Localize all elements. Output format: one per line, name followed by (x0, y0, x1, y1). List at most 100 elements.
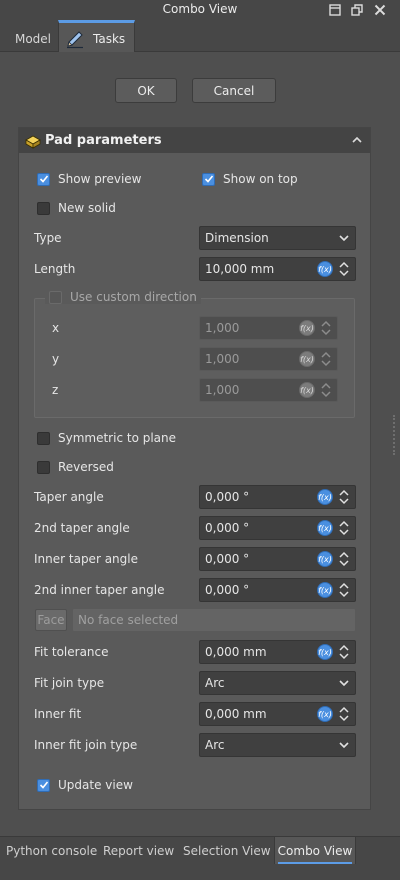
face-selection-field[interactable]: No face selected (72, 608, 356, 632)
inner-fit-join-type-label: Inner fit join type (34, 738, 138, 752)
direction-x-value: 1,000 (205, 321, 240, 335)
expression-icon[interactable]: f(x) (317, 551, 333, 567)
x-row: x (52, 321, 59, 335)
tab-model[interactable]: Model (8, 20, 58, 52)
direction-y-stepper (319, 348, 333, 370)
inner-fit-input[interactable]: 0,000 mm f(x) (199, 702, 356, 726)
spin-arrows-icon (321, 382, 331, 398)
restore-icon (351, 4, 363, 16)
taper-angle-row: Taper angle (34, 490, 104, 504)
collapse-chevron-icon[interactable] (352, 136, 362, 144)
symmetric-label: Symmetric to plane (58, 431, 177, 445)
tab-report-view[interactable]: Report view (103, 837, 174, 865)
spin-arrows-icon (339, 520, 349, 536)
expression-icon[interactable]: f(x) (317, 582, 333, 598)
show-on-top-checkbox[interactable]: Show on top (202, 172, 298, 186)
fit-tolerance-row: Fit tolerance (34, 645, 109, 659)
inner-taper-angle-stepper[interactable] (337, 548, 351, 570)
taper-angle-2-stepper[interactable] (337, 517, 351, 539)
reversed-check[interactable] (37, 460, 50, 474)
taper-angle-stepper[interactable] (337, 486, 351, 508)
inner-fit-stepper[interactable] (337, 703, 351, 725)
type-select[interactable]: Dimension (199, 226, 356, 250)
expression-icon[interactable]: f(x) (317, 520, 333, 536)
taper-angle-value: 0,000 ° (205, 490, 250, 504)
cancel-button[interactable]: Cancel (192, 78, 276, 103)
restore-window-button[interactable] (348, 1, 366, 19)
symmetric-checkbox[interactable]: Symmetric to plane (37, 431, 176, 445)
pad-parameters-panel: Pad parameters Show preview Show on top … (18, 127, 371, 810)
close-window-button[interactable] (371, 1, 389, 19)
length-input[interactable]: 10,000 mm f(x) (199, 257, 356, 281)
use-custom-direction-checkbox[interactable]: Use custom direction (45, 290, 201, 304)
float-window-button[interactable] (326, 1, 344, 19)
symmetric-check[interactable] (37, 431, 50, 445)
fit-join-type-label: Fit join type (34, 676, 105, 690)
panel-header[interactable]: Pad parameters (19, 128, 370, 153)
status-strip (0, 864, 400, 880)
new-solid-checkbox[interactable]: New solid (37, 201, 116, 215)
taper-angle-2-value: 0,000 ° (205, 521, 250, 535)
expression-icon: f(x) (299, 320, 315, 336)
pad-icon (25, 135, 41, 149)
top-tab-bar: Model Tasks (0, 20, 400, 52)
inner-taper-angle-2-stepper[interactable] (337, 579, 351, 601)
direction-x-input[interactable]: 1,000 f(x) (199, 316, 338, 340)
tab-selection-view-label: Selection View (183, 844, 271, 858)
panel-title: Pad parameters (45, 133, 162, 148)
update-view-check[interactable] (37, 778, 50, 792)
expression-icon[interactable]: f(x) (317, 489, 333, 505)
spin-arrows-icon (339, 489, 349, 505)
expression-icon[interactable]: f(x) (317, 706, 333, 722)
direction-y-value: 1,000 (205, 352, 240, 366)
length-value: 10,000 mm (205, 262, 275, 276)
inner-fit-join-type-select[interactable]: Arc (199, 733, 356, 757)
expression-icon[interactable]: f(x) (317, 261, 333, 277)
use-custom-direction-check[interactable] (49, 290, 62, 304)
tab-selection-view[interactable]: Selection View (183, 837, 271, 865)
show-preview-check[interactable] (37, 172, 50, 186)
spin-arrows-icon (339, 551, 349, 567)
inner-fit-value: 0,000 mm (205, 707, 267, 721)
inner-taper-angle-input[interactable]: 0,000 ° f(x) (199, 547, 356, 571)
direction-y-input[interactable]: 1,000 f(x) (199, 347, 338, 371)
update-view-checkbox[interactable]: Update view (37, 778, 133, 792)
direction-x-stepper (319, 317, 333, 339)
pencil-icon (67, 30, 83, 48)
tab-python-console-label: Python console (6, 844, 98, 858)
inner-taper-angle-2-input[interactable]: 0,000 ° f(x) (199, 578, 356, 602)
show-preview-checkbox[interactable]: Show preview (37, 172, 142, 186)
taper-angle-2-label: 2nd taper angle (34, 521, 130, 535)
taper-angle-input[interactable]: 0,000 ° f(x) (199, 485, 356, 509)
inner-taper-angle-2-label: 2nd inner taper angle (34, 583, 165, 597)
splitter-grip[interactable] (393, 415, 395, 455)
face-button[interactable]: Face (35, 609, 67, 631)
spin-arrows-icon (321, 320, 331, 336)
fit-join-type-select[interactable]: Arc (199, 671, 356, 695)
direction-z-input[interactable]: 1,000 f(x) (199, 378, 338, 402)
tab-tasks[interactable]: Tasks (58, 20, 135, 52)
tab-python-console[interactable]: Python console (6, 837, 97, 865)
tab-tasks-label: Tasks (93, 31, 126, 46)
type-label: Type (34, 231, 62, 245)
y-label: y (52, 352, 60, 366)
inner-taper-angle-label: Inner taper angle (34, 552, 138, 566)
inner-taper-angle-row: Inner taper angle (34, 552, 138, 566)
new-solid-check[interactable] (37, 201, 50, 215)
show-on-top-label: Show on top (223, 172, 298, 186)
inner-fit-join-type-row: Inner fit join type (34, 738, 137, 752)
reversed-label: Reversed (58, 460, 114, 474)
taper-angle-2-input[interactable]: 0,000 ° f(x) (199, 516, 356, 540)
check-icon (39, 781, 48, 789)
show-preview-label: Show preview (58, 172, 142, 186)
check-icon (204, 175, 213, 183)
fit-tolerance-input[interactable]: 0,000 mm f(x) (199, 640, 356, 664)
ok-button[interactable]: OK (115, 78, 177, 103)
show-on-top-check[interactable] (202, 172, 215, 186)
reversed-checkbox[interactable]: Reversed (37, 460, 114, 474)
inner-taper-angle-2-value: 0,000 ° (205, 583, 250, 597)
fit-tolerance-stepper[interactable] (337, 641, 351, 663)
expression-icon[interactable]: f(x) (317, 644, 333, 660)
length-stepper[interactable] (337, 258, 351, 280)
tab-combo-view[interactable]: Combo View (274, 837, 356, 865)
